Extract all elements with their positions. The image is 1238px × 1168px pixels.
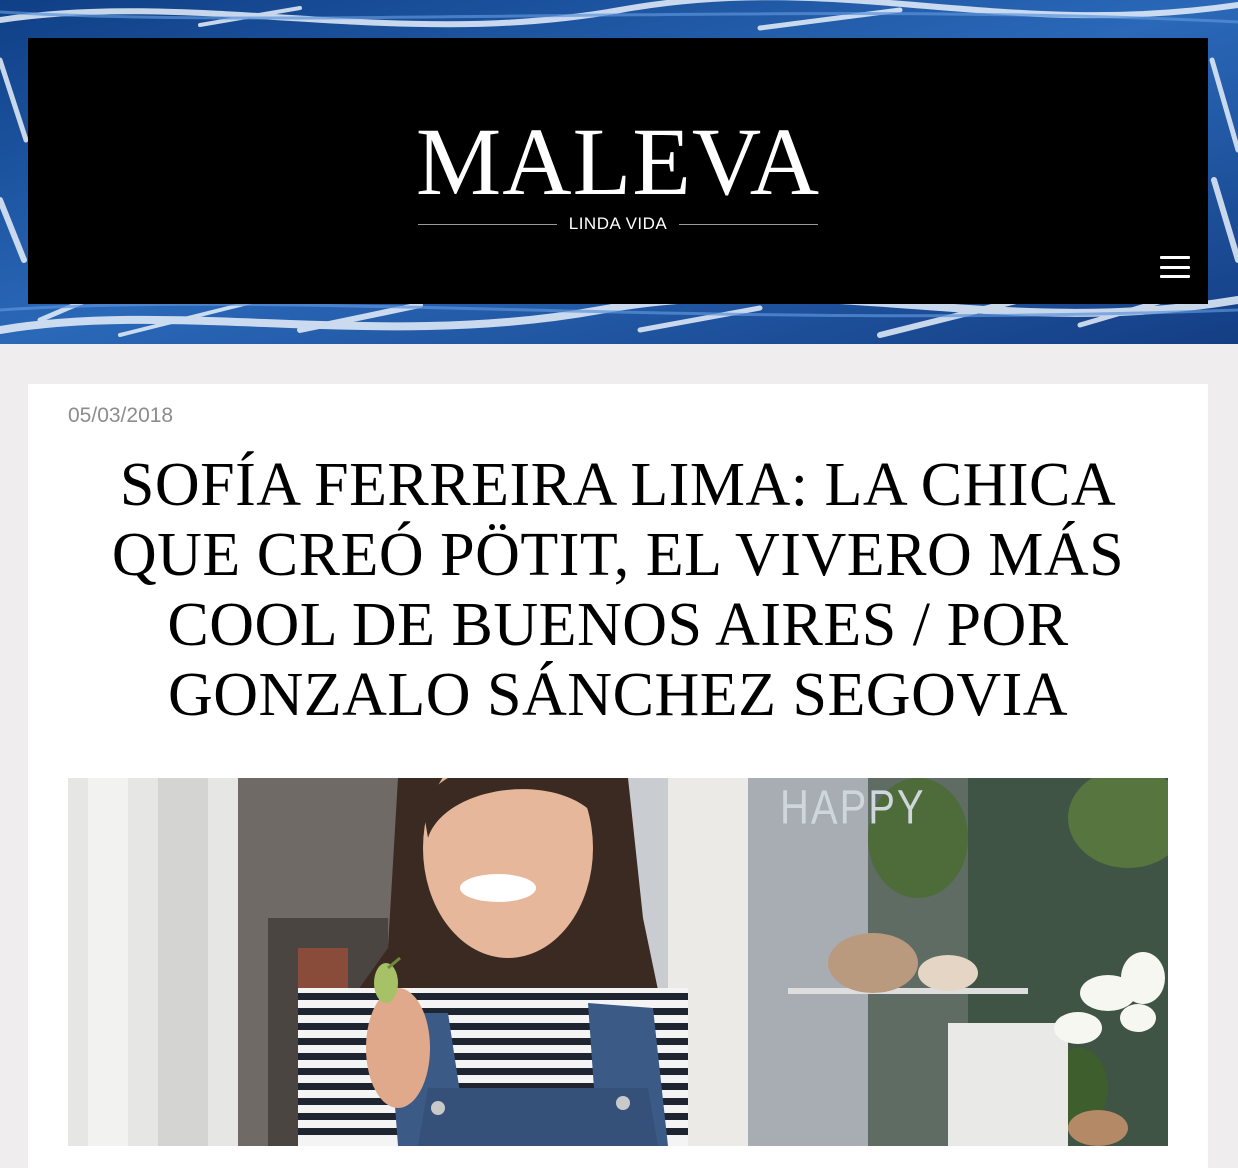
photo-sign-text: HAPPY [780, 781, 926, 835]
hamburger-menu-icon[interactable] [1160, 256, 1190, 278]
hero-banner: MALEVA LINDA VIDA [0, 0, 1238, 344]
site-logo[interactable]: MALEVA [28, 114, 1208, 210]
menu-bar [1160, 275, 1190, 278]
tagline-row: LINDA VIDA [418, 214, 819, 234]
photo-illustration [68, 778, 1168, 1146]
article-card: 05/03/2018 SOFÍA FERREIRA LIMA: LA CHICA… [28, 384, 1208, 1168]
site-tagline: LINDA VIDA [568, 214, 668, 233]
article-title[interactable]: SOFÍA FERREIRA LIMA: LA CHICA QUE CREÓ P… [88, 450, 1148, 730]
tagline-divider-left [418, 223, 557, 225]
article-photo[interactable]: HAPPY [68, 778, 1168, 1146]
tagline-divider-right [679, 223, 819, 225]
menu-bar [1160, 265, 1190, 269]
menu-bar [1160, 256, 1190, 259]
article-date: 05/03/2018 [68, 404, 174, 427]
masthead: MALEVA LINDA VIDA [28, 38, 1208, 304]
